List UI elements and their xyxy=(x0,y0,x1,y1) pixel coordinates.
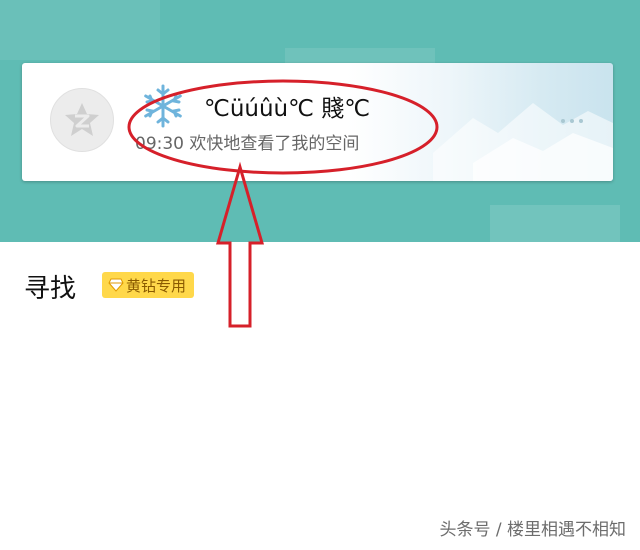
snow-mountain-background xyxy=(433,103,613,181)
qzone-logo-icon xyxy=(65,103,99,136)
page: ℃üúûù℃ 賤℃ 09:30 欢快地查看了我的空间 寻找 黄钻专用 头条号 /… xyxy=(0,0,640,550)
header-decoration xyxy=(490,205,620,242)
notification-body: 09:30 欢快地查看了我的空间 xyxy=(135,129,359,154)
notification-title: ℃üúûù℃ 賤℃ xyxy=(204,96,371,122)
badge-label: 黄钻专用 xyxy=(126,276,187,295)
more-dots-icon[interactable] xyxy=(561,119,583,123)
snowflake-icon xyxy=(144,84,182,128)
header-decoration xyxy=(0,0,160,60)
notification-card[interactable]: ℃üúûù℃ 賤℃ 09:30 欢快地查看了我的空间 xyxy=(22,63,613,181)
avatar[interactable] xyxy=(50,88,114,152)
watermark: 头条号 / 楼里相遇不相知 xyxy=(439,520,626,540)
section-title: 寻找 xyxy=(24,274,77,304)
notification-time: 09:30 xyxy=(135,134,184,154)
header-banner: ℃üúûù℃ 賤℃ 09:30 欢快地查看了我的空间 xyxy=(0,0,640,242)
yellow-diamond-badge[interactable]: 黄钻专用 xyxy=(102,272,195,298)
notification-message: 欢快地查看了我的空间 xyxy=(189,134,360,154)
diamond-icon xyxy=(108,278,124,292)
